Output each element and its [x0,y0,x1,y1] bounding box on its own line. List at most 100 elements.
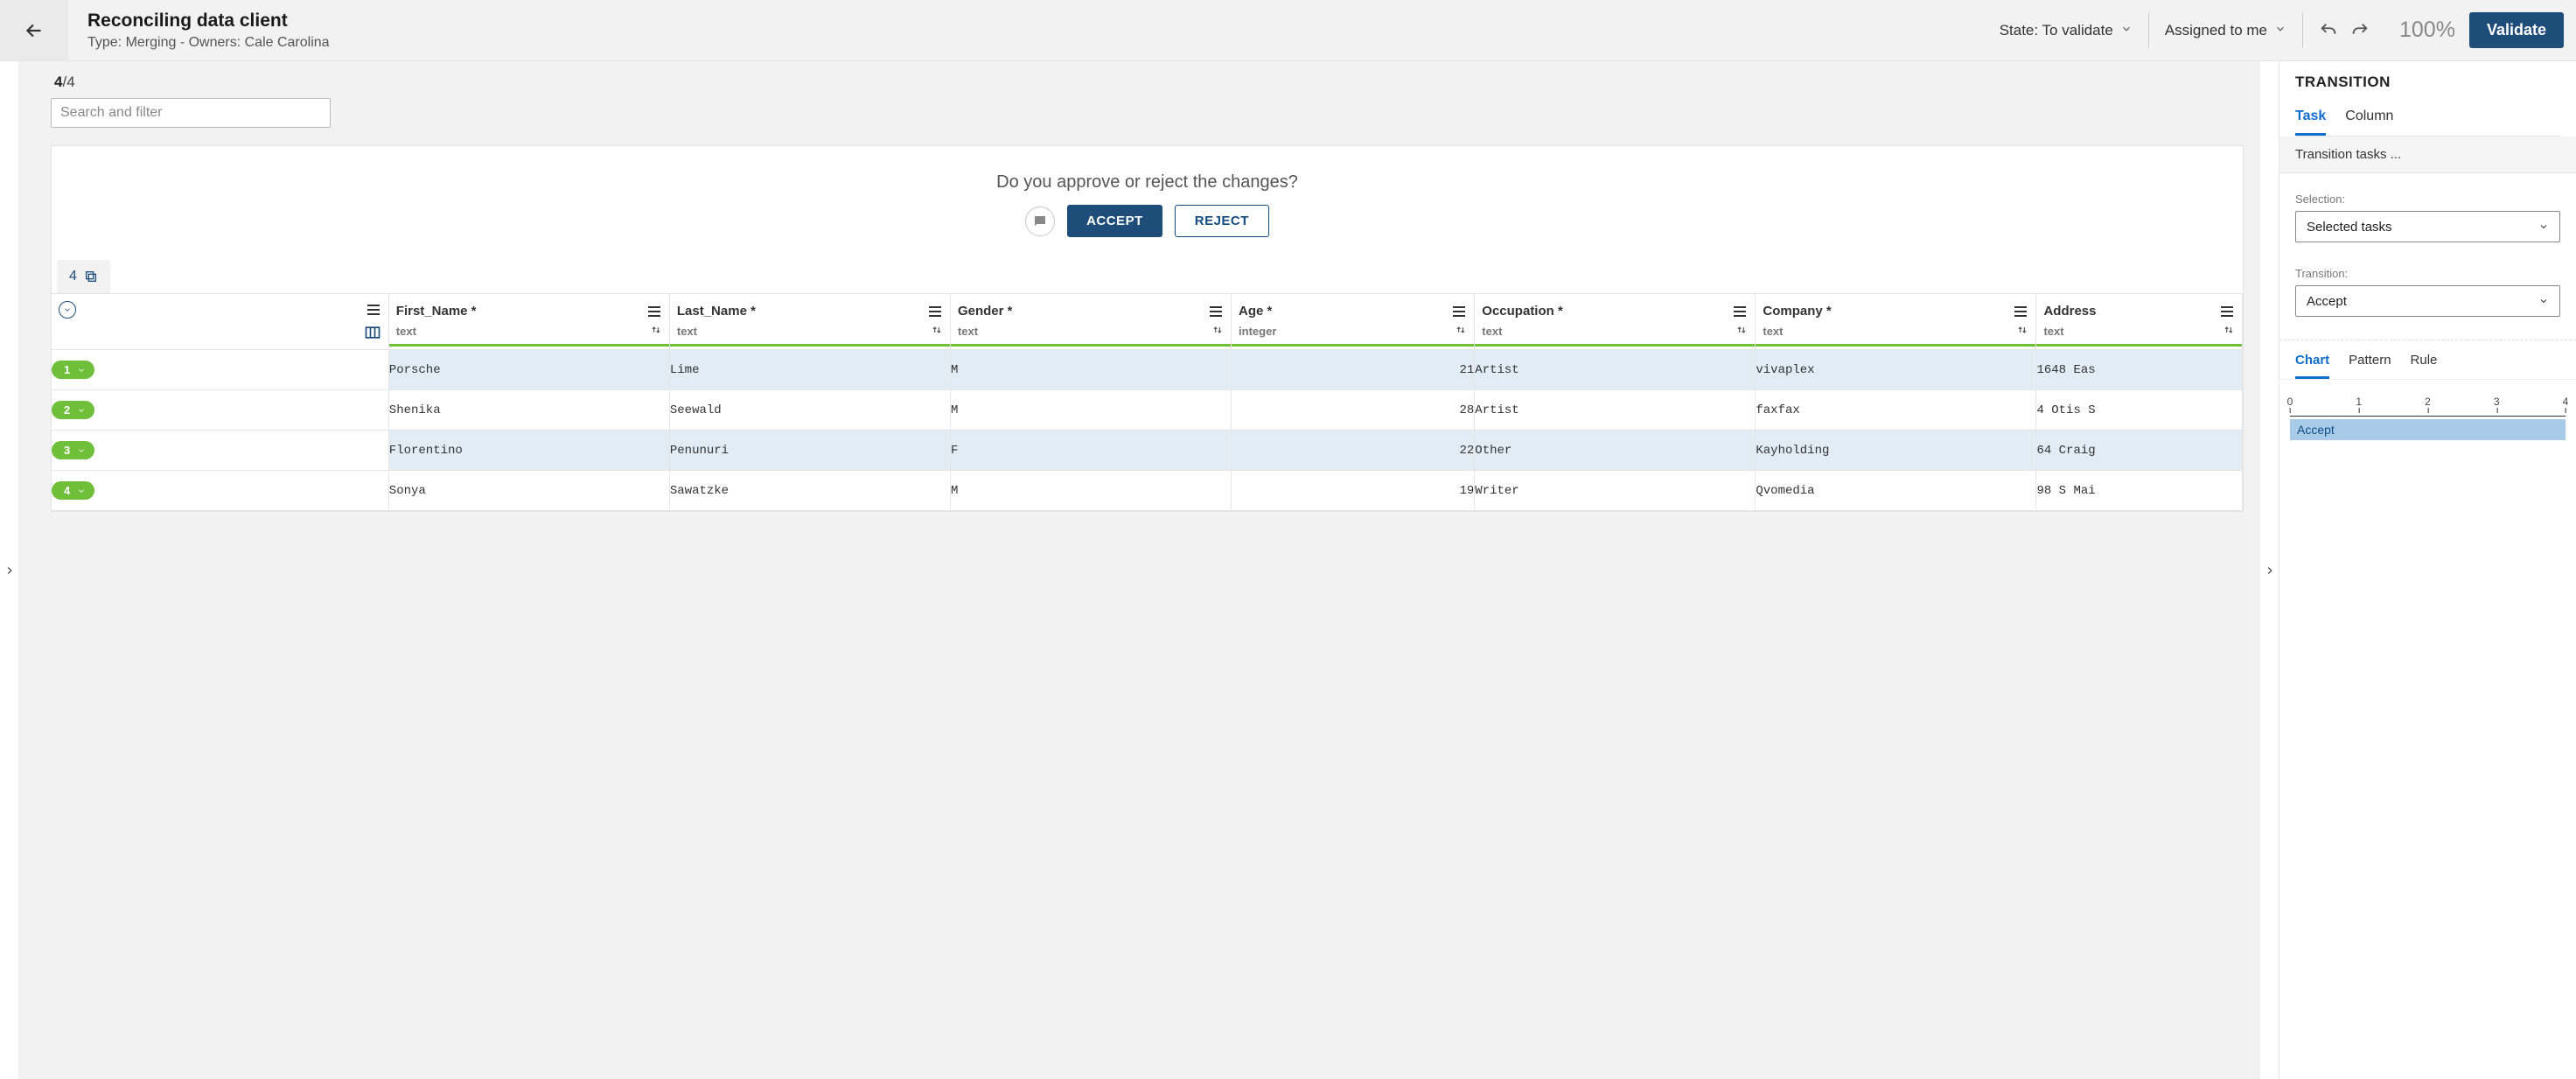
column-chooser-button[interactable] [364,324,381,344]
row-pill[interactable]: 4 [52,481,94,500]
cell[interactable]: Artist [1475,390,1756,431]
column-menu-icon[interactable] [2013,305,2028,319]
axis-tick: 3 [2494,396,2500,408]
cell[interactable]: Penunuri [669,431,950,471]
row-count-tab[interactable]: 4 [57,260,110,293]
column-name: Gender * [958,304,1013,319]
cell[interactable]: Writer [1475,471,1756,511]
column-type: text [2043,325,2063,338]
cell[interactable]: Other [1475,431,1756,471]
accept-button[interactable]: ACCEPT [1067,205,1162,237]
header-titles: Reconciling data client Type: Merging - … [68,10,1984,51]
cell[interactable]: Sawatzke [669,471,950,511]
row-number-cell: 2 [52,390,388,431]
left-rail-expand[interactable] [0,61,19,1079]
column-menu-icon[interactable] [646,305,662,319]
comment-icon [1032,214,1048,229]
expand-all-button[interactable] [59,301,76,319]
sort-icon[interactable] [1455,324,1467,339]
table-row[interactable]: 3 FlorentinoPenunuriF22OtherKayholding64 … [52,431,2243,471]
column-header: Company *text [1756,294,2036,350]
column-menu-icon[interactable] [1208,305,1224,319]
sort-icon[interactable] [650,324,662,339]
tab-task[interactable]: Task [2295,105,2326,136]
sort-icon[interactable] [931,324,943,339]
cell[interactable]: Sonya [388,471,669,511]
cell[interactable]: F [950,431,1231,471]
chart-tabs: Chart Pattern Rule [2279,340,2576,380]
cell[interactable]: Seewald [669,390,950,431]
chart-tab-pattern[interactable]: Pattern [2349,349,2391,379]
column-menu-icon[interactable] [2219,305,2235,319]
selection-select[interactable]: Selected tasks [2295,211,2560,242]
cell[interactable]: Florentino [388,431,669,471]
cell[interactable]: 64 Craig [2036,431,2243,471]
column-header: Addresstext [2036,294,2243,350]
sort-icon[interactable] [2223,324,2235,339]
sort-icon[interactable] [1735,324,1748,339]
chart-tab-rule[interactable]: Rule [2411,349,2438,379]
assigned-label: Assigned to me [2165,22,2267,39]
column-type: text [1763,325,1783,338]
cell[interactable]: Shenika [388,390,669,431]
right-rail-collapse[interactable] [2259,61,2279,1079]
sort-icon[interactable] [1211,324,1224,339]
approval-buttons: ACCEPT REJECT [52,205,2243,260]
column-name: Age * [1239,304,1272,319]
axis-tick: 1 [2356,396,2362,408]
app-body: 4/4 Do you approve or reject the changes… [0,61,2576,1079]
comment-button[interactable] [1025,207,1055,236]
count-total: /4 [62,74,74,90]
cell[interactable]: M [950,390,1231,431]
cell[interactable]: 21 [1232,350,1475,390]
row-pill[interactable]: 2 [52,401,94,419]
cell[interactable]: 1648 Eas [2036,350,2243,390]
row-menu-icon[interactable] [366,303,381,317]
cell[interactable]: 22 [1232,431,1475,471]
assigned-filter[interactable]: Assigned to me [2148,13,2302,48]
tab-column[interactable]: Column [2345,105,2393,136]
cell[interactable]: 19 [1232,471,1475,511]
cell[interactable]: faxfax [1756,390,2036,431]
undo-icon[interactable] [2319,21,2338,40]
column-menu-icon[interactable] [1451,305,1467,319]
cell[interactable]: M [950,350,1231,390]
state-filter[interactable]: State: To validate [1984,13,2148,48]
cell[interactable]: Porsche [388,350,669,390]
chevron-right-icon [3,564,16,577]
column-header: Gender *text [950,294,1231,350]
table-row[interactable]: 2 ShenikaSeewaldM28Artistfaxfax4 Otis S [52,390,2243,431]
approval-prompt: Do you approve or reject the changes? [52,146,2243,205]
column-menu-icon[interactable] [927,305,943,319]
column-type: integer [1239,325,1276,338]
sort-icon[interactable] [2016,324,2028,339]
selection-value: Selected tasks [2307,220,2392,235]
cell[interactable]: M [950,471,1231,511]
cell[interactable]: 4 Otis S [2036,390,2243,431]
validate-button[interactable]: Validate [2469,12,2564,48]
row-pill[interactable]: 1 [52,361,94,379]
column-header: First_Name *text [388,294,669,350]
chart-tab-chart[interactable]: Chart [2295,349,2329,379]
transition-select[interactable]: Accept [2295,285,2560,317]
cell[interactable]: 98 S Mai [2036,471,2243,511]
search-input[interactable] [51,98,331,128]
review-card: Do you approve or reject the changes? AC… [51,145,2244,512]
redo-icon[interactable] [2350,21,2370,40]
cell[interactable]: 28 [1232,390,1475,431]
cell[interactable]: Qvomedia [1756,471,2036,511]
cell[interactable]: Kayholding [1756,431,2036,471]
cell[interactable]: Artist [1475,350,1756,390]
cell[interactable]: vivaplex [1756,350,2036,390]
data-table-body: 1PorscheLimeM21Artistvivaplex1648 Eas2Sh… [52,350,2243,511]
back-button[interactable] [0,0,68,60]
row-pill[interactable]: 3 [52,441,94,459]
cell[interactable]: Lime [669,350,950,390]
column-menu-icon[interactable] [1732,305,1748,319]
chevron-down-icon [2120,23,2133,38]
table-row[interactable]: 1 PorscheLimeM21Artistvivaplex1648 Eas [52,350,2243,390]
column-type: text [1482,325,1502,338]
column-type: text [677,325,697,338]
reject-button[interactable]: REJECT [1175,205,1269,237]
table-row[interactable]: 4 SonyaSawatzkeM19WriterQvomedia98 S Mai [52,471,2243,511]
